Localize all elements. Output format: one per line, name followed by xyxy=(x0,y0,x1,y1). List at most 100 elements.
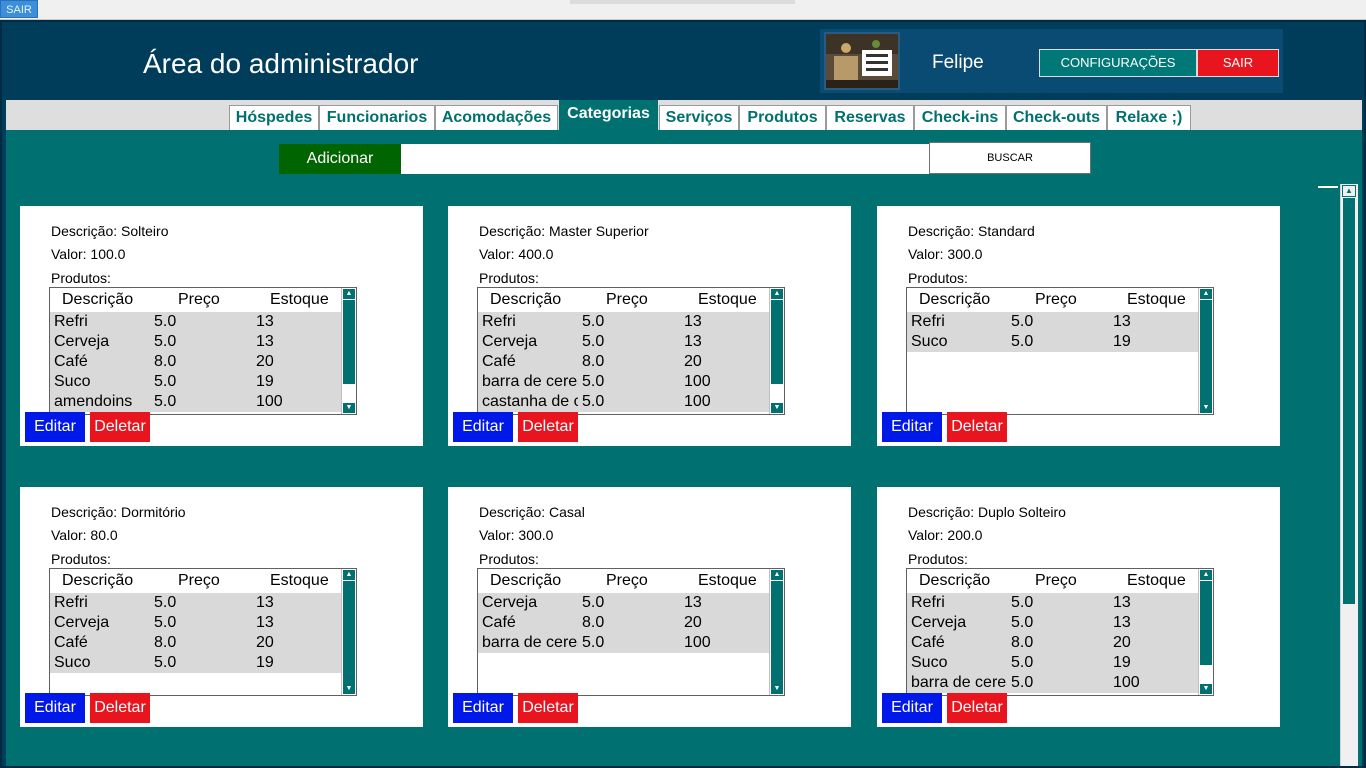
delete-button[interactable]: Deletar xyxy=(947,693,1007,723)
table-row[interactable]: amendoins 5.0 100 xyxy=(50,392,342,412)
products-label: Produtos: xyxy=(51,270,111,286)
category-card: Descrição: Solteiro Valor: 100.0 Produto… xyxy=(20,206,423,446)
scroll-down-icon[interactable]: ▼ xyxy=(343,403,355,413)
delete-button[interactable]: Deletar xyxy=(518,412,578,442)
table-row[interactable]: barra de cereal5.0 100 xyxy=(907,673,1199,693)
tab-funcionarios[interactable]: Funcionarios xyxy=(319,105,435,130)
header-stock: Estoque xyxy=(698,291,757,308)
edit-button[interactable]: Editar xyxy=(25,412,85,442)
tab-produtos[interactable]: Produtos xyxy=(739,105,826,130)
edit-button[interactable]: Editar xyxy=(882,412,942,442)
scroll-up-icon[interactable]: ▲ xyxy=(771,570,783,580)
table-row[interactable]: Refri 5.0 13 xyxy=(50,312,342,332)
product-price: 8.0 xyxy=(1011,634,1034,651)
scroll-down-icon[interactable]: ▼ xyxy=(771,403,783,413)
table-row[interactable]: Suco 5.0 19 xyxy=(50,653,342,673)
table-row[interactable]: Cerveja 5.0 13 xyxy=(907,613,1199,633)
table-row[interactable]: Cerveja 5.0 13 xyxy=(478,593,770,613)
scroll-up-icon[interactable]: ▲ xyxy=(1342,185,1356,197)
scroll-up-icon[interactable]: ▲ xyxy=(771,289,783,299)
edit-button[interactable]: Editar xyxy=(453,693,513,723)
header-description: Descrição xyxy=(919,572,991,589)
table-row[interactable]: Refri 5.0 13 xyxy=(478,312,770,332)
table-row[interactable]: Cerveja 5.0 13 xyxy=(50,613,342,633)
edit-button[interactable]: Editar xyxy=(25,693,85,723)
table-row[interactable]: Suco 5.0 19 xyxy=(50,372,342,392)
table-row[interactable]: Refri 5.0 13 xyxy=(907,593,1199,613)
scroll-up-icon[interactable]: ▲ xyxy=(343,289,355,299)
delete-button[interactable]: Deletar xyxy=(90,693,150,723)
table-row[interactable]: Suco 5.0 19 xyxy=(907,332,1199,352)
tab-hospedes[interactable]: Hóspedes xyxy=(229,105,319,130)
product-price: 5.0 xyxy=(582,393,605,410)
header-price: Preço xyxy=(1035,291,1077,308)
products-table: Descrição Preço Estoque Refri 5.0 13 Cervej… xyxy=(477,287,785,415)
table-scrollbar[interactable]: ▲ ▼ xyxy=(341,569,356,695)
table-row[interactable]: Café 8.0 20 xyxy=(907,633,1199,653)
table-scrollbar[interactable]: ▲ ▼ xyxy=(1198,569,1213,695)
category-value: Valor: 80.0 xyxy=(51,527,118,543)
edit-button[interactable]: Editar xyxy=(882,693,942,723)
table-scrollbar[interactable]: ▲ ▼ xyxy=(341,288,356,414)
top-exit-button[interactable]: SAIR xyxy=(0,0,38,18)
tab-acomodacoes[interactable]: Acomodações xyxy=(435,105,558,130)
search-input[interactable] xyxy=(401,144,929,174)
edit-button[interactable]: Editar xyxy=(453,412,513,442)
table-row[interactable]: Suco 5.0 19 xyxy=(907,653,1199,673)
product-name: Cerveja xyxy=(482,333,538,350)
delete-button[interactable]: Deletar xyxy=(90,412,150,442)
scroll-up-icon[interactable]: ▲ xyxy=(1200,570,1212,580)
table-row[interactable]: Refri 5.0 13 xyxy=(907,312,1199,332)
scroll-up-icon[interactable]: ▲ xyxy=(343,570,355,580)
product-price: 5.0 xyxy=(154,313,177,330)
table-scrollbar[interactable]: ▲ ▼ xyxy=(769,288,784,414)
table-row[interactable]: Café 8.0 20 xyxy=(478,613,770,633)
table-row[interactable]: Cerveja 5.0 13 xyxy=(478,332,770,352)
add-button[interactable]: Adicionar xyxy=(279,144,401,174)
scroll-down-icon[interactable]: ▼ xyxy=(343,684,355,694)
table-scrollbar-thumb[interactable] xyxy=(343,300,355,384)
scroll-down-icon[interactable]: ▼ xyxy=(1200,403,1212,413)
page-scrollbar[interactable]: ▲ xyxy=(1340,184,1358,766)
table-scrollbar-thumb[interactable] xyxy=(771,581,783,685)
search-row: Adicionar BUSCAR xyxy=(6,142,1362,174)
table-scrollbar-thumb[interactable] xyxy=(1200,581,1212,665)
table-scrollbar-thumb[interactable] xyxy=(343,581,355,685)
logout-button[interactable]: SAIR xyxy=(1197,49,1279,77)
delete-button[interactable]: Deletar xyxy=(518,693,578,723)
table-row[interactable]: barra de cereal5.0 100 xyxy=(478,372,770,392)
table-row[interactable]: castanha de caju5.0 100 xyxy=(478,392,770,412)
tab-relaxe[interactable]: Relaxe ;) xyxy=(1107,105,1191,130)
table-row[interactable]: Refri 5.0 13 xyxy=(50,593,342,613)
header-description: Descrição xyxy=(62,572,134,589)
table-scrollbar-thumb[interactable] xyxy=(771,300,783,384)
top-strip-decoration xyxy=(570,0,795,4)
delete-button[interactable]: Deletar xyxy=(947,412,1007,442)
tab-check-outs[interactable]: Check-outs xyxy=(1006,105,1107,130)
table-rows: Refri 5.0 13 Suco 5.0 19 xyxy=(907,312,1199,352)
scroll-down-icon[interactable]: ▼ xyxy=(1200,684,1212,694)
search-button[interactable]: BUSCAR xyxy=(929,142,1091,174)
tab-reservas[interactable]: Reservas xyxy=(826,105,914,130)
tab-check-ins[interactable]: Check-ins xyxy=(914,105,1006,130)
table-row[interactable]: Café 8.0 20 xyxy=(50,352,342,372)
table-row[interactable]: barra de cereal5.0 100 xyxy=(478,633,770,653)
header-stock: Estoque xyxy=(270,572,329,589)
tab-servicos[interactable]: Serviços xyxy=(659,105,739,130)
product-price: 5.0 xyxy=(154,393,177,410)
table-row[interactable]: Cerveja 5.0 13 xyxy=(50,332,342,352)
table-scrollbar-thumb[interactable] xyxy=(1200,300,1212,404)
table-row[interactable]: Café 8.0 20 xyxy=(50,633,342,653)
settings-button[interactable]: CONFIGURAÇÕES xyxy=(1039,49,1197,77)
scroll-down-icon[interactable]: ▼ xyxy=(771,684,783,694)
scroll-up-icon[interactable]: ▲ xyxy=(1200,289,1212,299)
header-price: Preço xyxy=(178,572,220,589)
products-label: Produtos: xyxy=(908,270,968,286)
table-scrollbar[interactable]: ▲ ▼ xyxy=(1198,288,1213,414)
product-name: Refri xyxy=(54,594,88,611)
table-scrollbar[interactable]: ▲ ▼ xyxy=(769,569,784,695)
page-scrollbar-thumb[interactable] xyxy=(1343,198,1355,604)
tab-categorias[interactable]: Categorias xyxy=(559,100,658,130)
table-row[interactable]: Café 8.0 20 xyxy=(478,352,770,372)
user-panel: Felipe CONFIGURAÇÕES SAIR xyxy=(820,29,1283,93)
